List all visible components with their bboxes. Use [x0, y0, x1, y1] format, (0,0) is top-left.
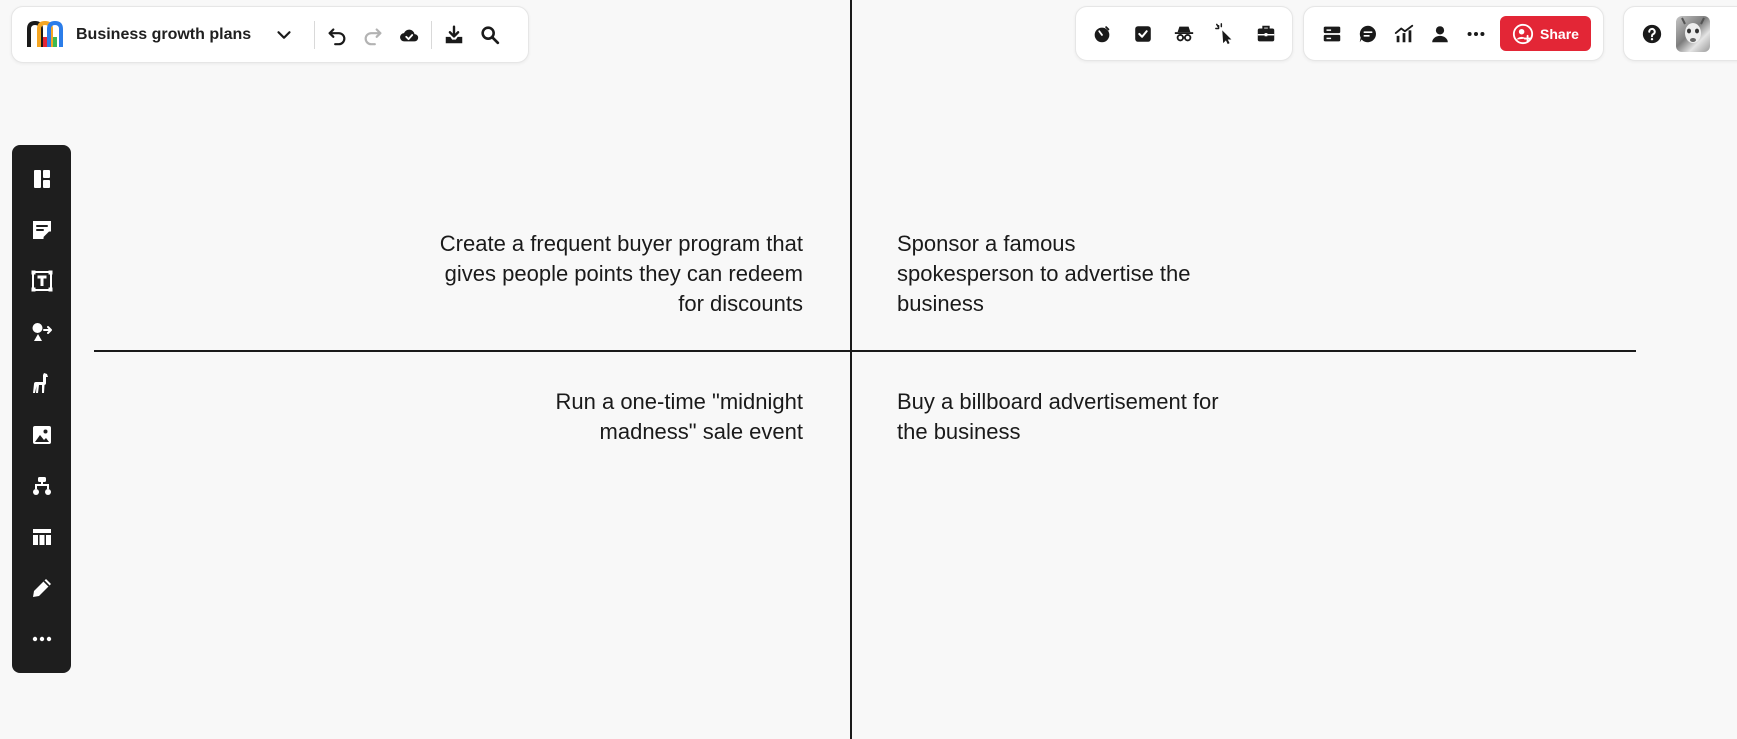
share-label: Share	[1540, 25, 1579, 42]
sticky-note-icon[interactable]	[22, 210, 62, 250]
cloud-saved-icon[interactable]	[391, 17, 427, 53]
divider	[314, 20, 315, 49]
comment-icon[interactable]	[1350, 16, 1386, 52]
board-title[interactable]: Business growth plans	[76, 26, 266, 44]
avatar-image	[1681, 17, 1705, 43]
private-mode-icon[interactable]	[1166, 16, 1202, 52]
briefcase-icon[interactable]	[1248, 16, 1284, 52]
horizontal-axis-line[interactable]	[94, 350, 1636, 352]
person-icon[interactable]	[1422, 16, 1458, 52]
shapes-icon[interactable]	[22, 312, 62, 352]
avatar[interactable]	[1676, 15, 1710, 52]
quadrant-text-top-right[interactable]: Sponsor a famous spokesperson to adverti…	[897, 229, 1197, 319]
templates-icon[interactable]	[22, 159, 62, 199]
pen-icon[interactable]	[22, 568, 62, 608]
mind-map-icon[interactable]	[22, 466, 62, 506]
collaboration-panel: Share	[1303, 6, 1604, 61]
add-person-icon	[1512, 23, 1534, 44]
redo-icon[interactable]	[355, 17, 391, 53]
search-icon[interactable]	[472, 17, 508, 53]
chevron-down-icon[interactable]	[266, 17, 302, 53]
llama-icon[interactable]	[22, 363, 62, 403]
text-icon[interactable]	[22, 261, 62, 301]
more-tools-icon[interactable]	[22, 619, 62, 659]
quadrant-text-top-left[interactable]: Create a frequent buyer program that giv…	[420, 229, 803, 319]
quadrant-text-bottom-left[interactable]: Run a one-time "midnight madness" sale e…	[470, 387, 804, 447]
share-button[interactable]: Share	[1500, 16, 1591, 51]
help-icon[interactable]	[1634, 16, 1670, 52]
creation-toolbar	[12, 145, 71, 673]
checkbox-icon[interactable]	[1125, 16, 1161, 52]
download-icon[interactable]	[436, 17, 472, 53]
outline-icon[interactable]	[1314, 16, 1350, 52]
undo-icon[interactable]	[319, 17, 355, 53]
more-icon[interactable]	[1458, 16, 1494, 52]
board-header-panel: Business growth plans	[11, 6, 529, 63]
app-logo-icon[interactable]	[25, 19, 65, 51]
quadrant-text-bottom-right[interactable]: Buy a billboard advertisement for the bu…	[897, 387, 1237, 447]
pointer-icon[interactable]	[1207, 16, 1243, 52]
table-icon[interactable]	[22, 517, 62, 557]
image-icon[interactable]	[22, 415, 62, 455]
facilitation-tools-panel	[1075, 6, 1293, 61]
chart-icon[interactable]	[1386, 16, 1422, 52]
divider	[431, 20, 432, 49]
account-panel	[1623, 6, 1737, 61]
timer-icon[interactable]	[1084, 16, 1120, 52]
vertical-axis-line[interactable]	[850, 0, 852, 739]
